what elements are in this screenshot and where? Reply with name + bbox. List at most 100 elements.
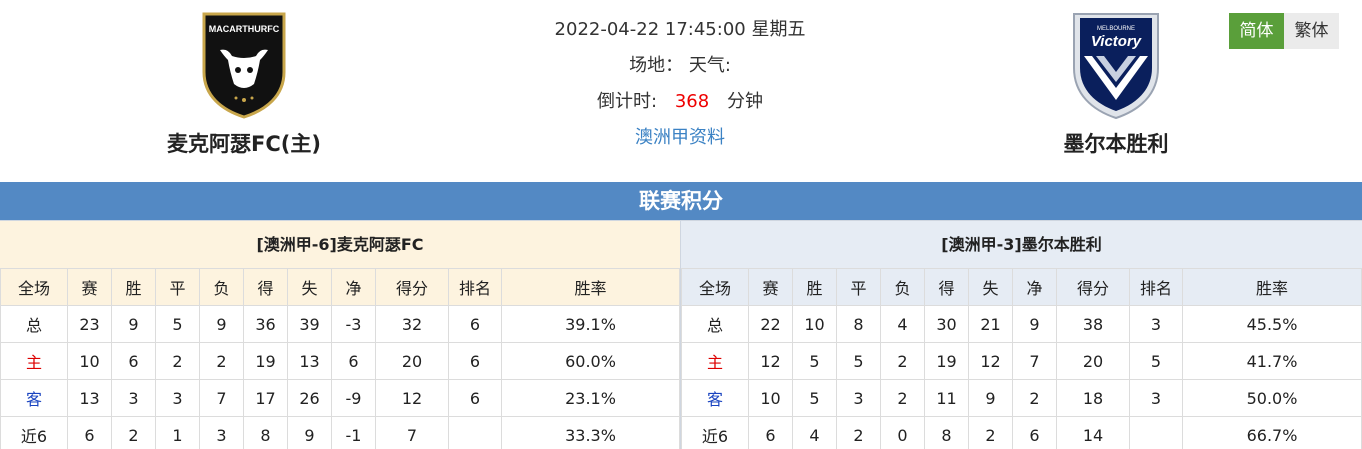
- table-cell: 23.1%: [501, 379, 680, 417]
- svg-text:Victory: Victory: [1091, 33, 1142, 50]
- column-header: 失: [968, 268, 1013, 306]
- table-cell: 8: [836, 305, 881, 343]
- home-team[interactable]: MACARTHURFC 麦克阿瑟FC(主): [124, 0, 364, 158]
- table-cell: 13: [67, 379, 112, 417]
- row-label: 总: [0, 305, 68, 343]
- table-cell: 33.3%: [501, 416, 680, 449]
- section-title: 联赛积分: [0, 182, 1362, 220]
- away-team-name[interactable]: 墨尔本胜利: [996, 128, 1236, 158]
- simplified-chinese-button[interactable]: 简体: [1229, 13, 1284, 49]
- away-team[interactable]: MELBOURNE Victory 墨尔本胜利: [996, 0, 1236, 158]
- table-cell: 0: [880, 416, 925, 449]
- table-cell: 5: [792, 342, 837, 380]
- table-cell: [1129, 416, 1183, 449]
- table-cell: 17: [243, 379, 288, 417]
- language-switch: 简体 繁体: [1229, 13, 1339, 49]
- table-cell: 66.7%: [1182, 416, 1362, 449]
- table-cell: 19: [924, 342, 969, 380]
- table-cell: 2: [968, 416, 1013, 449]
- table-row: 总 22 10 8 4 30 21 9 38 3 45.5%: [681, 305, 1362, 343]
- table-cell: 30: [924, 305, 969, 343]
- column-header: 得: [243, 268, 288, 306]
- table-header-row: 全场赛胜平负得失净得分 排名 胜率: [0, 268, 680, 306]
- column-header: 胜: [792, 268, 837, 306]
- table-cell: 6: [448, 342, 502, 380]
- table-cell: -3: [331, 305, 376, 343]
- traditional-chinese-button[interactable]: 繁体: [1284, 13, 1339, 49]
- table-cell: 6: [448, 379, 502, 417]
- column-header: 排名: [448, 268, 502, 306]
- column-header: 负: [199, 268, 244, 306]
- table-cell: 36: [243, 305, 288, 343]
- table-cell: 39: [287, 305, 332, 343]
- table-cell: [448, 416, 502, 449]
- table-cell: 5: [836, 342, 881, 380]
- away-standings-table: 全场赛胜平负得失净得分 排名 胜率总 22 10 8 4 30 21 9 38 3 45.5% 主 12 5 5…: [681, 268, 1362, 449]
- table-row: 客 10 5 3 2 11 9 2 18 3 50.0%: [681, 379, 1362, 417]
- table-cell: 13: [287, 342, 332, 380]
- table-cell: 6: [67, 416, 112, 449]
- table-cell: 4: [880, 305, 925, 343]
- row-label: 近6: [0, 416, 68, 449]
- table-cell: 39.1%: [501, 305, 680, 343]
- table-cell: 19: [243, 342, 288, 380]
- home-standings: [澳洲甲-6]麦克阿瑟FC 全场赛胜平负得失净得分 排名 胜率总 23 9 5 9 36 39-…: [0, 221, 681, 449]
- table-cell: 7: [375, 416, 449, 449]
- column-header: 得分: [1056, 268, 1130, 306]
- league-info-link-row: 澳洲甲资料: [480, 120, 880, 156]
- table-cell: 2: [199, 342, 244, 380]
- table-cell: 10: [748, 379, 793, 417]
- table-cell: 12: [375, 379, 449, 417]
- column-header: 赛: [748, 268, 793, 306]
- column-header: 得: [924, 268, 969, 306]
- table-cell: 6: [1012, 416, 1057, 449]
- table-row: 总 23 9 5 9 36 39 -3 32 6 39.1%: [0, 305, 680, 343]
- column-header: 胜率: [1182, 268, 1362, 306]
- table-cell: 11: [924, 379, 969, 417]
- table-cell: 20: [1056, 342, 1130, 380]
- row-label: 主: [681, 342, 749, 380]
- table-cell: 38: [1056, 305, 1130, 343]
- row-label: 客: [0, 379, 68, 417]
- column-header: 赛: [67, 268, 112, 306]
- table-cell: 3: [199, 416, 244, 449]
- countdown: 倒计时: 368 分钟: [480, 84, 880, 120]
- table-cell: 7: [199, 379, 244, 417]
- table-cell: 2: [836, 416, 881, 449]
- table-cell: 3: [836, 379, 881, 417]
- countdown-value: 368: [674, 91, 710, 112]
- table-cell: 32: [375, 305, 449, 343]
- table-cell: 3: [1129, 379, 1183, 417]
- column-header: 胜: [111, 268, 156, 306]
- match-datetime: 2022-04-22 17:45:00 星期五: [554, 19, 806, 40]
- table-row: 客 13 3 3 7 17 26 -9 12 6 23.1%: [0, 379, 680, 417]
- away-standings-title: [澳洲甲-3]墨尔本胜利: [681, 221, 1362, 268]
- table-cell: -9: [331, 379, 376, 417]
- home-team-name[interactable]: 麦克阿瑟FC(主): [124, 128, 364, 158]
- table-cell: 8: [243, 416, 288, 449]
- table-cell: 3: [1129, 305, 1183, 343]
- venue-weather: 场地： 天气:: [629, 55, 731, 76]
- column-header: 排名: [1129, 268, 1183, 306]
- column-header: 全场: [681, 268, 749, 306]
- table-cell: 18: [1056, 379, 1130, 417]
- away-team-logo: MELBOURNE Victory: [1073, 13, 1159, 120]
- table-cell: 60.0%: [501, 342, 680, 380]
- table-cell: 20: [375, 342, 449, 380]
- table-cell: 10: [67, 342, 112, 380]
- standings-tables: [澳洲甲-6]麦克阿瑟FC 全场赛胜平负得失净得分 排名 胜率总 23 9 5 9 36 39-…: [0, 220, 1362, 449]
- table-row: 主 12 5 5 2 19 12 7 20 5 41.7%: [681, 342, 1362, 380]
- league-info-link[interactable]: 澳洲甲资料: [635, 127, 725, 148]
- column-header: 负: [880, 268, 925, 306]
- svg-text:MACARTHURFC: MACARTHURFC: [209, 24, 280, 34]
- table-cell: -1: [331, 416, 376, 449]
- table-cell: 2: [155, 342, 200, 380]
- table-cell: 12: [748, 342, 793, 380]
- table-cell: 5: [155, 305, 200, 343]
- table-cell: 2: [880, 379, 925, 417]
- countdown-unit: 分钟: [726, 91, 763, 112]
- table-row: 主 10 6 2 2 19 13 6 20 6 60.0%: [0, 342, 680, 380]
- table-cell: 9: [1012, 305, 1057, 343]
- table-cell: 6: [331, 342, 376, 380]
- table-cell: 9: [287, 416, 332, 449]
